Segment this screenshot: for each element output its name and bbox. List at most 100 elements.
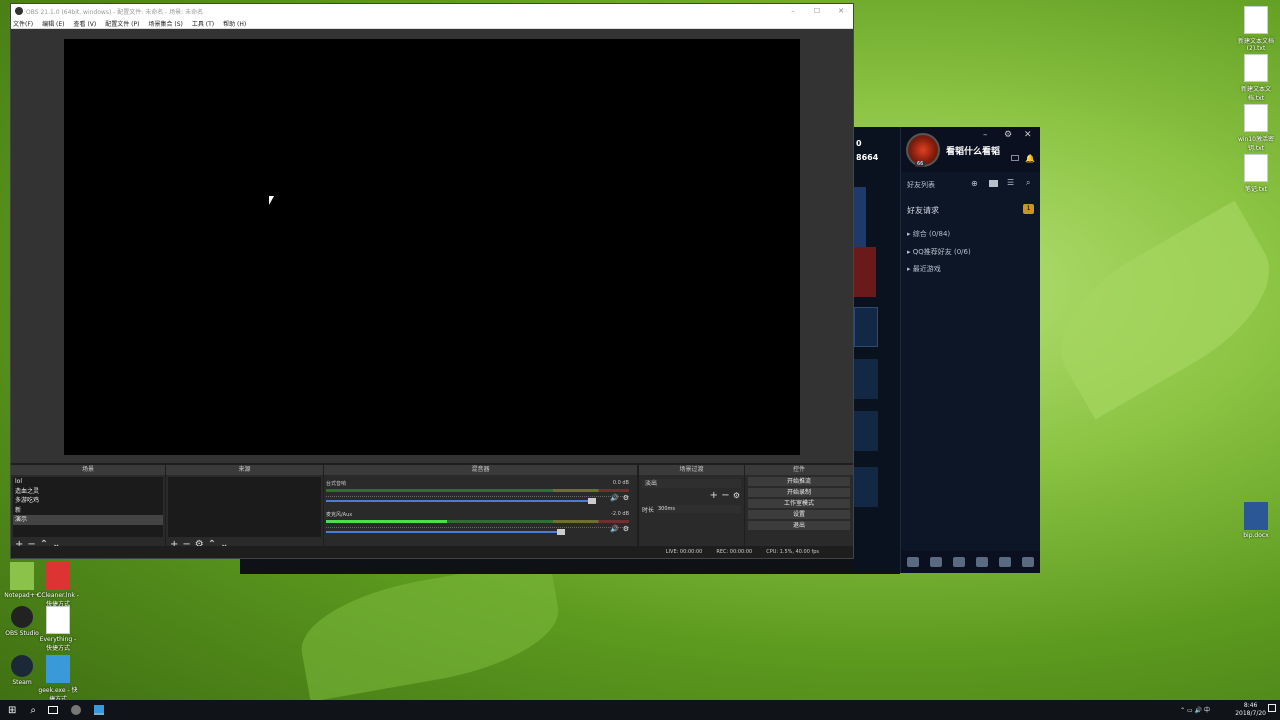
add-icon[interactable]: + <box>710 490 718 501</box>
menu-view[interactable]: 查看 (V) <box>74 19 97 28</box>
folder-icon[interactable] <box>989 180 998 187</box>
speaker-icon[interactable]: 🔊 <box>610 525 619 533</box>
obs-icon <box>11 606 33 628</box>
friend-group[interactable]: ▸ QQ推荐好友 (0/6) <box>907 247 971 257</box>
meter-ticks <box>326 492 629 497</box>
scene-item[interactable]: lol <box>13 477 163 487</box>
scene-item[interactable]: 多游吃鸡 <box>13 496 163 506</box>
obs-window: OBS 21.1.0 (64bit, windows) - 配置文件: 未命名 … <box>10 3 854 559</box>
cpu-fps: CPU: 1.5%, 40.00 fps <box>766 549 819 555</box>
desktop-icon[interactable]: CCleaner.lnk - 快捷方式 <box>36 562 80 608</box>
settings-icon[interactable] <box>1022 557 1035 567</box>
qq-header: 66 看韬什么看韬 – ⚙ ✕ 🔔 <box>901 127 1040 172</box>
desktop-icon[interactable]: geek.exe - 快捷方式 <box>36 655 80 703</box>
friend-group[interactable]: ▸ 综合 (0/84) <box>907 229 950 239</box>
minimize-icon[interactable]: – <box>781 7 805 15</box>
desktop-icon[interactable]: 新建文本文档.txt <box>1234 54 1278 102</box>
minimize-icon[interactable]: – <box>983 130 988 140</box>
duration-field[interactable]: 300ms <box>656 505 741 513</box>
slider-knob[interactable] <box>587 498 596 504</box>
scene-item-selected[interactable]: 演示 <box>13 515 163 525</box>
store-icon[interactable] <box>952 557 965 567</box>
menu-help[interactable]: 帮助 (H) <box>223 19 246 28</box>
source-list[interactable] <box>168 477 321 537</box>
friend-request-label[interactable]: 好友请求 <box>907 205 939 216</box>
menu-tile[interactable] <box>854 307 878 347</box>
desktop-icon[interactable]: Everything - 快捷方式 <box>36 606 80 652</box>
desktop-icon[interactable]: 新建文本文档 (2).txt <box>1234 6 1278 52</box>
speaker-icon[interactable]: 🔊 <box>610 494 619 502</box>
text-file-icon <box>1244 54 1268 82</box>
add-friend-icon[interactable]: ⊕ <box>971 179 978 188</box>
search-icon[interactable]: ⌕ <box>1026 178 1030 188</box>
desktop-icon-label: Notepad++ <box>4 592 40 599</box>
clock-time[interactable]: 8:46 <box>1235 702 1266 710</box>
clock-date[interactable]: 2018/7/20 <box>1235 710 1266 718</box>
search-icon[interactable]: ⌕ <box>30 705 36 716</box>
desktop-icon[interactable]: bip.docx <box>1234 502 1278 539</box>
game-client-side-panel: 0 8664 <box>854 127 900 573</box>
task-view-icon[interactable] <box>48 706 58 714</box>
friend-group[interactable]: ▸ 最近游戏 <box>907 264 941 274</box>
scene-item[interactable]: 新 <box>13 506 163 516</box>
mouse-cursor-icon <box>269 196 274 205</box>
menu-edit[interactable]: 编辑 (E) <box>42 19 64 28</box>
desktop-icon[interactable]: win10激活密钥.txt <box>1234 104 1278 152</box>
dock-title: 控件 <box>745 465 853 475</box>
scene-item[interactable]: 造血之灵 <box>13 487 163 497</box>
desktop-icon-label: win10激活密钥.txt <box>1237 136 1274 152</box>
maximize-icon[interactable]: ☐ <box>805 7 829 15</box>
menu-profile[interactable]: 配置文件 (P) <box>105 19 139 28</box>
meter-ticks <box>326 523 629 528</box>
refresh-icon[interactable] <box>976 557 989 567</box>
studio-mode-button[interactable]: 工作室模式 <box>748 499 850 508</box>
dock-title: 混音器 <box>324 465 637 475</box>
volume-slider[interactable] <box>326 529 566 535</box>
group-label: QQ推荐好友 (0/6) <box>912 248 971 256</box>
remove-icon[interactable]: − <box>721 490 729 501</box>
menu-file[interactable]: 文件(F) <box>13 19 33 28</box>
qq-friend-panel: 66 看韬什么看韬 – ⚙ ✕ 🔔 好友列表 ⊕ ☰ ⌕ 好友请求 1 ▸ 综合… <box>900 127 1040 573</box>
obs-titlebar: OBS 21.1.0 (64bit, windows) - 配置文件: 未命名 … <box>11 4 853 18</box>
obs-taskbar-icon[interactable] <box>71 705 81 715</box>
mail-icon[interactable] <box>1011 155 1019 161</box>
preview-canvas[interactable] <box>64 39 800 455</box>
gear-icon[interactable]: ⚙ <box>623 494 629 502</box>
menu-tile[interactable] <box>854 467 878 507</box>
menu-scene-collection[interactable]: 场景集合 (S) <box>148 19 182 28</box>
transition-select[interactable]: 淡出 <box>642 479 741 488</box>
chat-icon[interactable] <box>906 557 919 567</box>
banner-tile <box>854 247 876 297</box>
window-title: OBS 21.1.0 (64bit, windows) - 配置文件: 未命名 … <box>26 8 204 16</box>
close-icon[interactable]: ✕ <box>1024 130 1032 140</box>
channel-name: 麦克风/Aux <box>326 512 353 518</box>
live-timer: LIVE: 00:00:00 <box>665 549 703 555</box>
menu-tile[interactable] <box>854 411 878 451</box>
volume-slider[interactable] <box>326 498 596 504</box>
app-taskbar-icon[interactable] <box>94 705 104 715</box>
start-recording-button[interactable]: 开始录制 <box>748 488 850 497</box>
windows-start-icon[interactable]: ⊞ <box>8 705 16 716</box>
notification-icon[interactable] <box>1268 704 1276 712</box>
desktop-icon-label: 新建文本文档 (2).txt <box>1237 38 1274 52</box>
transition-type: 淡出 <box>645 480 658 487</box>
tray-icons[interactable]: ⌃ ▭ 🔊 中 <box>1180 705 1210 714</box>
list-icon[interactable]: ☰ <box>1007 178 1014 187</box>
gear-icon[interactable]: ⚙ <box>1004 130 1012 140</box>
desktop-icon[interactable]: 笔记.txt <box>1234 154 1278 193</box>
qq-footer-toolbar <box>901 551 1040 573</box>
message-icon[interactable] <box>929 557 942 567</box>
exit-button[interactable]: 退出 <box>748 521 850 530</box>
window-icon[interactable] <box>999 557 1012 567</box>
close-icon[interactable]: ✕ <box>829 7 853 15</box>
menu-tile[interactable] <box>854 359 878 399</box>
status-bar: LIVE: 00:00:00 REC: 00:00:00 CPU: 1.5%, … <box>11 546 853 558</box>
menu-tools[interactable]: 工具 (T) <box>192 19 214 28</box>
bell-icon[interactable]: 🔔 <box>1025 154 1035 163</box>
gear-icon[interactable]: ⚙ <box>623 525 629 533</box>
gear-icon[interactable]: ⚙ <box>733 491 740 500</box>
mixer-channel: 台式音响 0.0 dB 🔊 ⚙ <box>326 480 629 504</box>
settings-button[interactable]: 设置 <box>748 510 850 519</box>
start-streaming-button[interactable]: 开始推流 <box>748 477 850 486</box>
slider-knob[interactable] <box>557 529 566 535</box>
